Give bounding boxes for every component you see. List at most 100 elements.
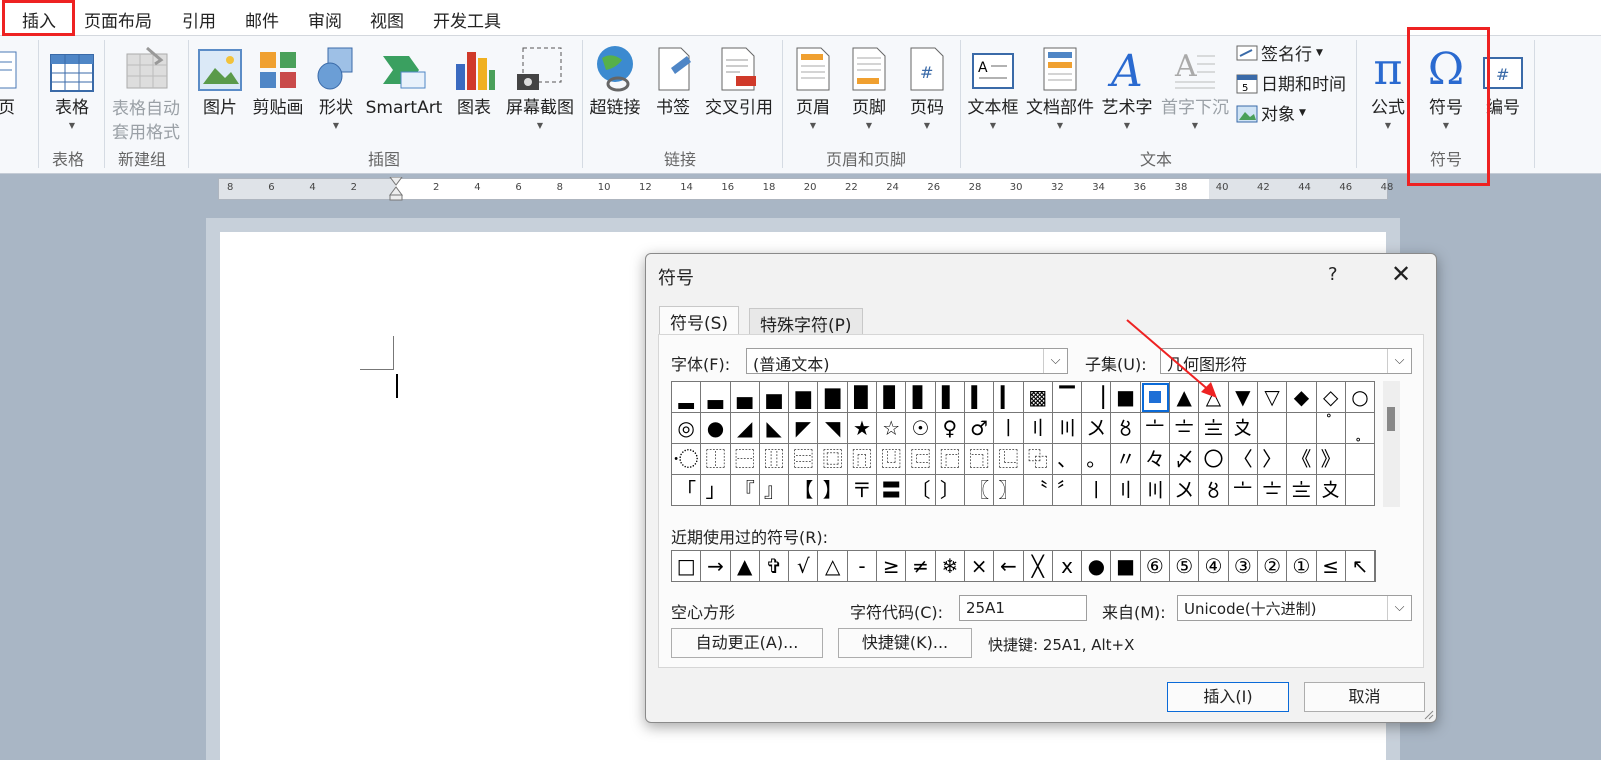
symbol-cell[interactable]: ◎ (672, 413, 702, 444)
recent-symbol-cell[interactable]: x (1052, 551, 1083, 581)
symbol-cell[interactable]: ⿵ (847, 444, 878, 475)
symbol-cell[interactable]: ▆ (789, 382, 819, 413)
symbol-cell[interactable]: 〢 (1111, 475, 1141, 506)
recent-symbol-cell[interactable]: - (847, 551, 878, 581)
symbol-cell[interactable]: 〥 (1111, 413, 1141, 444)
symbol-cell[interactable]: 〆 (1170, 444, 1200, 475)
recent-symbol-cell[interactable]: ← (994, 551, 1024, 581)
recent-symbol-cell[interactable]: ● (1082, 551, 1112, 581)
symbol-cell[interactable]: 〮 (672, 444, 702, 475)
recent-symbol-cell[interactable]: √ (789, 551, 819, 581)
bookmark-button[interactable]: 书签 (652, 42, 694, 119)
symbol-cell[interactable]: ● (701, 413, 731, 444)
autocorrect-button[interactable]: 自动更正(A)... (671, 628, 823, 658)
chart-button[interactable]: 图表 (450, 42, 498, 119)
symbol-cell[interactable]: 々 (1140, 444, 1171, 475)
recent-symbol-cell[interactable]: ② (1257, 551, 1288, 581)
recent-symbol-cell[interactable]: ≥ (877, 551, 907, 581)
font-select[interactable]: (普通文本) ⌵ (746, 348, 1068, 374)
symbol-cell[interactable]: ☉ (906, 413, 936, 444)
cancel-button[interactable]: 取消 (1304, 682, 1425, 712)
insert-button[interactable]: 插入(I) (1167, 682, 1289, 712)
from-select[interactable]: Unicode(十六进制) ⌵ (1177, 595, 1412, 621)
symbol-cell[interactable]: ▇ (818, 382, 848, 413)
symbol-cell[interactable]: 〉 (1257, 444, 1288, 475)
symbol-cell[interactable]: 〥 (1199, 475, 1229, 506)
recent-symbol-cell[interactable]: ③ (1228, 551, 1258, 581)
symbol-cell[interactable]: 》 (1316, 444, 1346, 475)
tab-symbols[interactable]: 符号(S) (659, 306, 740, 335)
symbol-cell[interactable]: ▎ (994, 382, 1024, 413)
symbol-cell[interactable]: ▌ (935, 382, 965, 413)
symbol-cell[interactable]: ▩ (1023, 382, 1053, 413)
recent-symbol-cell[interactable]: ④ (1199, 551, 1229, 581)
signature-line-button[interactable]: 签名行 ▼ (1236, 40, 1323, 65)
symbol-cell[interactable]: ♀ (935, 413, 965, 444)
symbol-cell[interactable] (1140, 382, 1171, 413)
symbol-cell[interactable]: ▋ (906, 382, 936, 413)
date-time-button[interactable]: 5 日期和时间 (1236, 70, 1346, 95)
symbol-cell[interactable]: ◆ (1287, 382, 1317, 413)
symbol-cell[interactable]: 〃 (1111, 444, 1141, 475)
header-button[interactable]: 页眉 ▼ (792, 42, 834, 133)
symbol-cell[interactable]: 〦 (1140, 413, 1171, 444)
recent-symbol-cell[interactable]: ✞ (759, 551, 790, 581)
symbol-cell[interactable]: ⿲ (759, 444, 790, 475)
symbol-cell[interactable]: 「 (672, 475, 702, 506)
symbol-cell[interactable]: 〧 (1170, 413, 1200, 444)
symbol-cell[interactable]: ♂ (964, 413, 995, 444)
symbol-cell[interactable]: 〖 (964, 475, 995, 506)
symbol-cell[interactable]: ▉ (847, 382, 878, 413)
symbol-cell[interactable]: 〢 (1023, 413, 1053, 444)
object-button[interactable]: 对象 ▼ (1236, 100, 1306, 125)
symbol-cell[interactable]: 〪 (1345, 475, 1376, 506)
symbol-cell[interactable]: ■ (1111, 382, 1141, 413)
symbol-cell[interactable]: 〞 (1052, 475, 1083, 506)
symbol-cell[interactable]: 〗 (994, 475, 1024, 506)
symbol-cell[interactable]: ○ (1345, 382, 1376, 413)
tab-developer[interactable]: 开发工具 (433, 7, 501, 32)
symbol-cell[interactable]: 〭 (1345, 413, 1376, 444)
symbol-cell[interactable]: ◇ (1316, 382, 1346, 413)
page-break-button[interactable]: 分页 (0, 42, 24, 119)
subset-select[interactable]: 几何图形符 ⌵ (1160, 348, 1412, 374)
symbol-cell[interactable]: 〬 (1316, 413, 1346, 444)
symbol-cell[interactable]: ▽ (1257, 382, 1288, 413)
tab-review[interactable]: 审阅 (308, 7, 342, 32)
symbol-cell[interactable]: ◤ (789, 413, 819, 444)
recent-symbol-cell[interactable]: ╳ (1023, 551, 1053, 581)
symbol-cell[interactable]: ◢ (730, 413, 760, 444)
tab-references[interactable]: 引用 (182, 7, 216, 32)
symbol-cell[interactable]: 』 (759, 475, 790, 506)
recent-symbol-cell[interactable]: ⑤ (1170, 551, 1200, 581)
symbol-cell[interactable]: 」 (701, 475, 731, 506)
symbol-cell[interactable]: 。 (1082, 444, 1112, 475)
symbol-cell[interactable]: 〕 (935, 475, 965, 506)
symbol-cell[interactable]: ⿰ (701, 444, 731, 475)
symbol-cell[interactable]: 〝 (1023, 475, 1053, 506)
recent-symbol-cell[interactable]: ▲ (730, 551, 760, 581)
symbol-cell[interactable]: 『 (730, 475, 760, 506)
symbol-cell[interactable]: ▊ (877, 382, 907, 413)
tab-view[interactable]: 视图 (370, 7, 404, 32)
indent-marker-icon[interactable] (388, 177, 404, 201)
cross-reference-button[interactable]: 交叉引用 (702, 42, 776, 119)
symbol-cell[interactable]: ⿸ (935, 444, 965, 475)
symbol-cell[interactable]: ⿱ (730, 444, 760, 475)
symbol-cell[interactable]: 〪 (1257, 413, 1288, 444)
help-button[interactable]: ? (1328, 264, 1338, 285)
tab-special-characters[interactable]: 特殊字符(P) (749, 308, 863, 336)
symbol-cell[interactable]: ▔ (1052, 382, 1083, 413)
symbol-cell[interactable]: ▅ (759, 382, 790, 413)
symbol-cell[interactable]: 〨 (1199, 413, 1229, 444)
symbol-cell[interactable]: 〒 (847, 475, 878, 506)
tab-page-layout[interactable]: 页面布局 (84, 7, 152, 32)
symbol-grid[interactable]: ▂ ▃ ▄ ▅ ▆ ▇ ▉ ▊ ▋ ▌ ▍ ▎ ▩ ▔ ▕ ■ ▲ △ ▼ ▽ ◆ ◇ ○ ◎ ● ◢ ◣ ◤ ◥ ★ ☆ ☉ ♀ ♂ 〡〢〣〤〥〦… (671, 381, 1376, 506)
hyperlink-button[interactable]: 超链接 (586, 42, 644, 119)
footer-button[interactable]: 页脚 ▼ (848, 42, 890, 133)
resize-grip-icon[interactable] (1422, 708, 1434, 720)
page-number-button[interactable]: # 页码 ▼ (906, 42, 948, 133)
horizontal-ruler[interactable]: 8 6 4 2 2 4 6 8 10 12 14 16 18 20 22 24 26 28 30 32 34 36 38 40… (218, 177, 1393, 201)
recent-symbol-cell[interactable]: ≠ (906, 551, 936, 581)
recent-symbol-cell[interactable]: ■ (1111, 551, 1141, 581)
